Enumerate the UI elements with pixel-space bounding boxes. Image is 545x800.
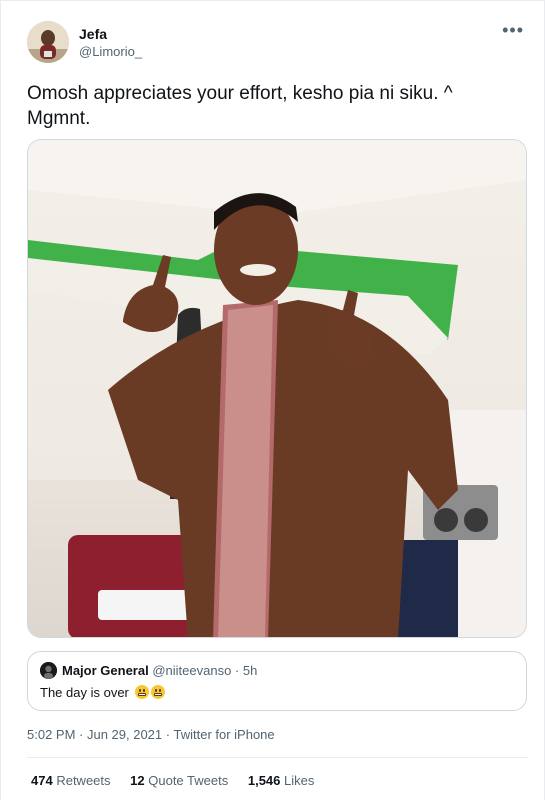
more-icon[interactable]: ••• [502,21,524,39]
tweet-text: Omosh appreciates your effort, kesho pia… [27,83,453,129]
tweet-photo[interactable] [27,139,527,638]
quoted-profile-photo-icon [40,662,57,679]
quote-tweets-stat[interactable]: 12 Quote Tweets [130,773,228,789]
quoted-text: The day is over [40,685,129,700]
likes-label: Likes [284,773,315,788]
tweet-source[interactable]: Twitter for iPhone [173,727,274,742]
tweet-header: Jefa @Limorio_ ••• [27,21,528,65]
quote-tweets-label: Quote Tweets [148,773,229,788]
likes-count: 1,546 [247,773,281,788]
meta-separator: · [162,727,174,742]
author-handle[interactable]: @Limorio_ [79,43,142,61]
quoted-tweet[interactable]: Major General @niiteevanso · 5h The day … [27,651,527,711]
grimacing-face-emoji-icon [150,685,165,699]
author-display-name[interactable]: Jefa [79,25,142,43]
tweet-stats: 474 Retweets 12 Quote Tweets 1,546 Likes [31,773,330,789]
author-names: Jefa @Limorio_ [79,25,142,61]
grimacing-face-emoji-icon [134,685,149,699]
photo-image [28,140,526,637]
tweet-card: Jefa @Limorio_ ••• Omosh appreciates you… [0,0,545,800]
retweets-stat[interactable]: 474 Retweets [31,773,111,789]
quoted-header: Major General @niiteevanso · 5h [62,663,257,679]
quoted-text-row: The day is over [40,685,165,701]
profile-photo-icon [27,21,69,63]
quoted-avatar[interactable] [40,662,57,679]
quoted-time[interactable]: 5h [243,663,257,678]
quoted-separator: · [234,663,240,678]
retweets-label: Retweets [56,773,111,788]
quote-tweets-count: 12 [130,773,145,788]
retweets-count: 474 [31,773,53,788]
quoted-display-name[interactable]: Major General [62,663,149,678]
avatar[interactable] [27,21,69,63]
quoted-handle[interactable]: @niiteevanso [152,663,231,678]
likes-stat[interactable]: 1,546 Likes [248,773,315,789]
tweet-meta: 5:02 PM · Jun 29, 2021 · Twitter for iPh… [27,727,275,743]
tweet-timestamp[interactable]: 5:02 PM · Jun 29, 2021 [27,727,162,742]
divider [27,757,528,758]
